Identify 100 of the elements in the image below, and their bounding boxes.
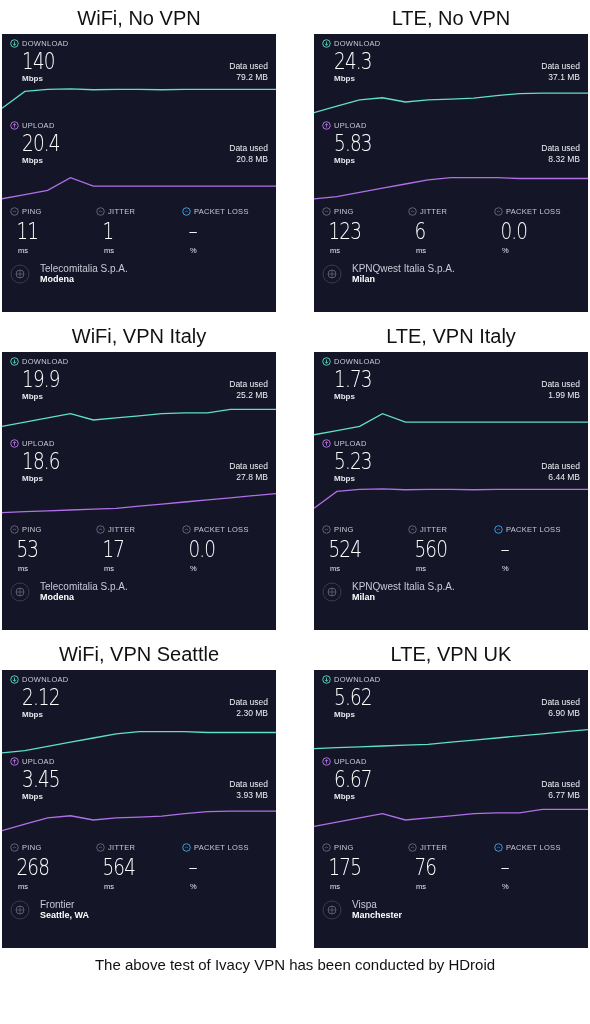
speed-unit: Mbps: [334, 74, 356, 83]
stat-value: 1: [101, 217, 115, 246]
stat-value: 53: [15, 535, 40, 564]
upload-icon: [322, 757, 331, 766]
stat-value: 6: [413, 217, 427, 246]
stat-value: 76: [413, 853, 438, 882]
upload-icon: [10, 121, 19, 130]
stat-value: –: [187, 853, 198, 882]
data-used-label: Data used: [541, 61, 580, 72]
globe-icon: [10, 581, 30, 602]
stat-value: 524: [327, 535, 363, 564]
stat-value: 560: [413, 535, 449, 564]
data-used-label: Data used: [541, 461, 580, 472]
server-name: KPNQwest Italia S.p.A.: [352, 263, 455, 274]
data-used-value: 6.77 MB: [547, 790, 580, 801]
data-used-label: Data used: [229, 143, 268, 154]
upload-icon: [10, 439, 19, 448]
speed-value: 5.62: [334, 684, 372, 710]
data-used-value: 25.2 MB: [235, 390, 268, 401]
loss-icon: [182, 843, 191, 852]
download-icon: [10, 357, 19, 366]
speed-unit: Mbps: [22, 392, 44, 401]
speed-unit: Mbps: [22, 792, 44, 801]
stat-value: 11: [15, 217, 40, 246]
speed-unit: Mbps: [334, 792, 356, 801]
stat-value: 0.0: [499, 217, 529, 246]
server-name: Telecomitalia S.p.A.: [40, 581, 128, 592]
speed-value: 140: [22, 48, 55, 74]
stat-value: 17: [101, 535, 126, 564]
speed-value: 1.73: [334, 366, 372, 392]
speed-value: 20.4: [22, 130, 60, 156]
upload-icon: [322, 439, 331, 448]
server-name: Telecomitalia S.p.A.: [40, 263, 128, 274]
jitter-icon: [96, 843, 105, 852]
data-used-value: 79.2 MB: [235, 72, 268, 83]
loss-icon: [494, 207, 503, 216]
globe-icon: [322, 899, 342, 920]
screenshot-title: LTE, VPN UK: [389, 642, 513, 667]
ping-icon: [10, 207, 19, 216]
speed-unit: Mbps: [22, 156, 44, 165]
data-used-label: Data used: [541, 779, 580, 790]
download-icon: [322, 39, 331, 48]
stat-value: 123: [327, 217, 363, 246]
jitter-icon: [96, 207, 105, 216]
data-used-value: 37.1 MB: [547, 72, 580, 83]
stat-value: 0.0: [187, 535, 217, 564]
data-used-value: 20.8 MB: [235, 154, 268, 165]
data-used-label: Data used: [541, 379, 580, 390]
download-icon: [10, 39, 19, 48]
data-used-label: Data used: [229, 61, 268, 72]
speed-unit: Mbps: [22, 74, 44, 83]
data-used-value: 1.99 MB: [547, 390, 580, 401]
data-used-label: Data used: [541, 143, 580, 154]
screenshot-title: LTE, No VPN: [390, 6, 512, 31]
server-name: Frontier: [40, 899, 76, 910]
caption: The above test of Ivacy VPN has been conducted by HDroid: [93, 956, 497, 973]
speed-unit: Mbps: [22, 474, 44, 483]
globe-icon: [322, 581, 342, 602]
server-city: Modena: [40, 592, 75, 602]
speed-value: 24.3: [334, 48, 372, 74]
globe-icon: [10, 899, 30, 920]
speed-unit: Mbps: [334, 474, 356, 483]
ping-icon: [10, 843, 19, 852]
data-used-label: Data used: [229, 779, 268, 790]
speed-value: 6.67: [334, 766, 372, 792]
ping-icon: [322, 207, 331, 216]
loss-icon: [494, 525, 503, 534]
data-used-value: 2.30 MB: [235, 708, 268, 719]
stat-value: 175: [327, 853, 363, 882]
download-icon: [322, 675, 331, 684]
jitter-icon: [96, 525, 105, 534]
globe-icon: [10, 263, 30, 284]
ping-icon: [10, 525, 19, 534]
speed-value: 2.12: [22, 684, 60, 710]
globe-icon: [322, 263, 342, 284]
download-icon: [10, 675, 19, 684]
data-used-value: 27.8 MB: [235, 472, 268, 483]
jitter-icon: [408, 207, 417, 216]
server-city: Milan: [352, 274, 376, 284]
speed-value: 5.23: [334, 448, 372, 474]
screenshot-title: LTE, VPN Italy: [385, 324, 517, 349]
stat-value: 564: [101, 853, 137, 882]
speed-unit: Mbps: [334, 156, 356, 165]
upload-icon: [10, 757, 19, 766]
server-city: Manchester: [352, 910, 403, 920]
data-used-label: Data used: [541, 697, 580, 708]
jitter-icon: [408, 843, 417, 852]
stat-value: 268: [15, 853, 51, 882]
speed-value: 19.9: [22, 366, 60, 392]
ping-icon: [322, 843, 331, 852]
data-used-label: Data used: [229, 379, 268, 390]
data-used-value: 3.93 MB: [235, 790, 268, 801]
stat-value: –: [499, 535, 510, 564]
loss-icon: [182, 207, 191, 216]
screenshot-title: WiFi, VPN Seattle: [57, 642, 220, 667]
server-city: Seattle, WA: [40, 910, 89, 920]
loss-icon: [494, 843, 503, 852]
speed-value: 18.6: [22, 448, 60, 474]
data-used-value: 8.32 MB: [547, 154, 580, 165]
server-name: KPNQwest Italia S.p.A.: [352, 581, 455, 592]
